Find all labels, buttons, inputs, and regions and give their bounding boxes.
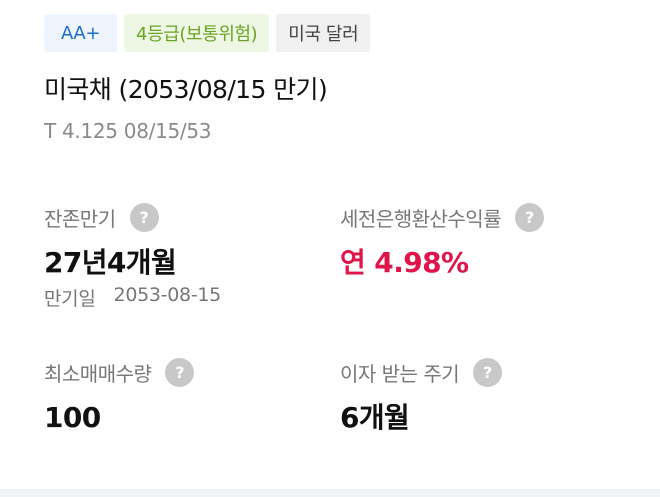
min-purchase-qty-value: 100 xyxy=(44,401,101,434)
pre-tax-yield-value: 연 4.98% xyxy=(340,246,469,279)
interest-cycle-label: 이자 받는 주기 xyxy=(340,361,460,386)
min-purchase-qty-label-row: 최소매매수량 ? xyxy=(44,357,195,387)
maturity-date-row: 만기일 2053-08-15 xyxy=(44,284,221,311)
bond-code: T 4.125 08/15/53 xyxy=(44,119,212,143)
bond-summary-card: AA+ 4등급(보통위험) 미국 달러 미국채 (2053/08/15 만기) … xyxy=(0,0,660,489)
remaining-maturity-label-row: 잔존만기 ? xyxy=(44,202,221,232)
min-purchase-qty-help-icon[interactable]: ? xyxy=(165,357,195,387)
remaining-maturity-block: 잔존만기 ? 27년4개월 만기일 2053-08-15 xyxy=(44,202,221,311)
pre-tax-yield-help-icon[interactable]: ? xyxy=(515,202,545,232)
bond-title: 미국채 (2053/08/15 만기) xyxy=(44,75,328,104)
maturity-date-value: 2053-08-15 xyxy=(113,284,222,306)
min-purchase-qty-label: 최소매매수량 xyxy=(44,361,152,386)
pre-tax-yield-label: 세전은행환산수익률 xyxy=(340,206,502,231)
interest-cycle-block: 이자 받는 주기 ? 6개월 xyxy=(340,357,503,435)
risk-grade-badge: 4등급(보통위험) xyxy=(124,14,270,52)
interest-cycle-label-row: 이자 받는 주기 ? xyxy=(340,357,503,387)
remaining-maturity-label: 잔존만기 xyxy=(44,206,116,231)
currency-badge: 미국 달러 xyxy=(276,14,371,52)
credit-rating-badge: AA+ xyxy=(44,14,118,52)
remaining-maturity-value: 27년4개월 xyxy=(44,246,177,279)
interest-cycle-help-icon[interactable]: ? xyxy=(473,357,503,387)
interest-cycle-value: 6개월 xyxy=(340,401,410,434)
min-purchase-qty-block: 최소매매수량 ? 100 xyxy=(44,357,195,435)
section-divider xyxy=(0,489,660,497)
pre-tax-yield-block: 세전은행환산수익률 ? 연 4.98% xyxy=(340,202,545,280)
remaining-maturity-help-icon[interactable]: ? xyxy=(129,202,159,232)
maturity-date-label: 만기일 xyxy=(44,288,96,310)
pre-tax-yield-label-row: 세전은행환산수익률 ? xyxy=(340,202,545,232)
badge-row: AA+ 4등급(보통위험) 미국 달러 xyxy=(44,14,371,52)
